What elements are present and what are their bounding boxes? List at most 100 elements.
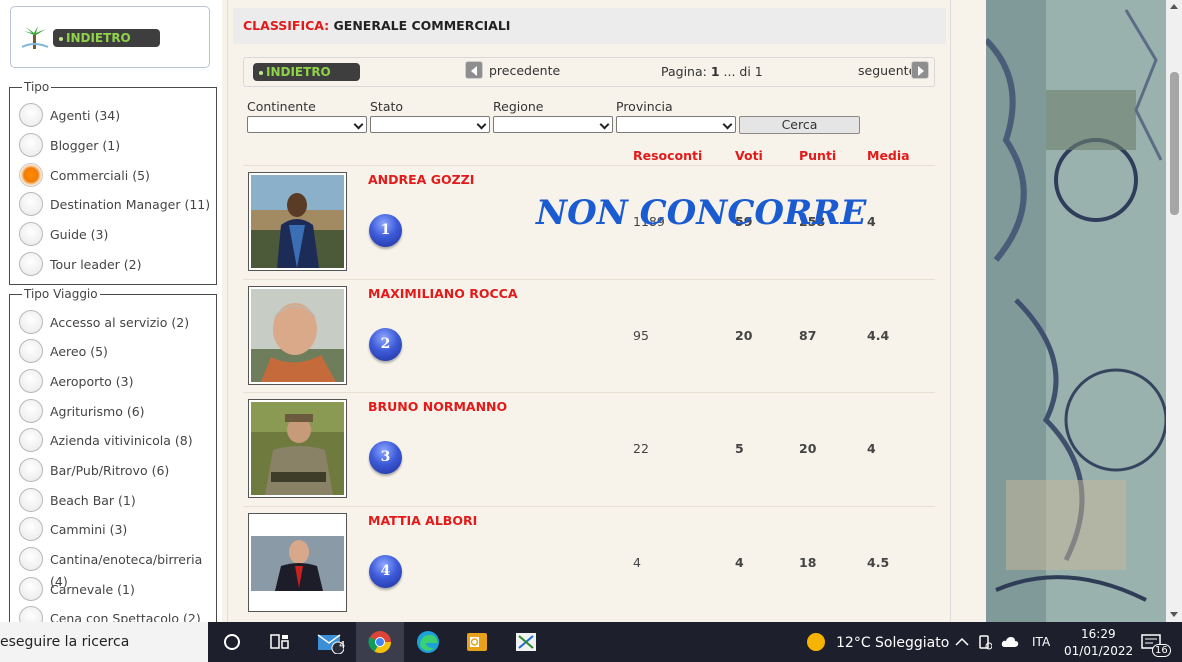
- column-punti[interactable]: Punti: [799, 148, 836, 163]
- resoconti-value: 4: [633, 555, 641, 570]
- media-value: 4.5: [867, 555, 890, 570]
- radio-option-agriturismo[interactable]: Agriturismo (6): [19, 398, 145, 424]
- radio-option-cantina[interactable]: Cantina/enoteca/birreria: [19, 546, 202, 572]
- member-name[interactable]: MATTIA ALBORI: [368, 513, 477, 528]
- punti-value: 87: [799, 328, 817, 343]
- back-button[interactable]: INDIETRO: [53, 29, 160, 47]
- radio-option-carnevale[interactable]: Carnevale (1): [19, 576, 135, 602]
- media-value: 4: [867, 441, 876, 456]
- next-arrow-icon[interactable]: [911, 61, 929, 79]
- scrollbar-thumb[interactable]: [1170, 72, 1179, 215]
- radio-icon[interactable]: [19, 133, 43, 157]
- palm-tree-logo-icon: [21, 26, 49, 49]
- radio-icon[interactable]: [19, 458, 43, 482]
- member-name[interactable]: MAXIMILIANO ROCCA: [368, 286, 518, 301]
- radio-icon[interactable]: [19, 310, 43, 334]
- sun-weather-icon[interactable]: [796, 626, 836, 658]
- regione-label: Regione: [493, 99, 544, 114]
- ranking-panel: CLASSIFICA: GENERALE COMMERCIALI INDIETR…: [227, 0, 951, 622]
- weather-text[interactable]: 12°C Soleggiato: [836, 635, 949, 651]
- voti-value: 20: [735, 328, 753, 343]
- avatar[interactable]: [248, 513, 347, 612]
- regione-select[interactable]: [493, 116, 613, 133]
- radio-option-aeroporto[interactable]: Aeroporto (3): [19, 368, 133, 394]
- media-value: 4: [867, 214, 876, 229]
- tipo-viaggio-legend: Tipo Viaggio: [24, 287, 98, 301]
- radio-icon[interactable]: [19, 517, 43, 541]
- search-button[interactable]: Cerca: [739, 116, 860, 134]
- radio-icon[interactable]: [19, 339, 43, 363]
- continente-select[interactable]: [247, 116, 367, 133]
- bullet-icon: [259, 70, 263, 75]
- radio-icon[interactable]: [19, 399, 43, 423]
- bullet-icon: [59, 36, 63, 41]
- avatar[interactable]: [248, 172, 347, 271]
- radio-option-blogger[interactable]: Blogger (1): [19, 132, 120, 158]
- back-button-secondary[interactable]: INDIETRO: [253, 63, 360, 81]
- page-scrollbar[interactable]: [1166, 0, 1182, 622]
- scroll-down-icon[interactable]: [1170, 612, 1178, 617]
- radio-icon[interactable]: [19, 369, 43, 393]
- mail-badge: 4: [339, 640, 346, 651]
- radio-option-destination-manager[interactable]: Destination Manager (11): [19, 191, 210, 217]
- radio-icon[interactable]: [19, 577, 43, 601]
- radio-icon[interactable]: [19, 103, 43, 127]
- radio-option-agenti[interactable]: Agenti (34): [19, 102, 120, 128]
- snipping-tool-icon[interactable]: [506, 626, 546, 658]
- column-resoconti[interactable]: Resoconti: [633, 148, 702, 163]
- edge-icon[interactable]: [408, 626, 448, 658]
- radio-checked-icon[interactable]: [19, 163, 43, 187]
- notification-badge: 16: [1152, 644, 1171, 657]
- sidebar: INDIETRO Tipo Agenti (34) Blogger (1) Co…: [0, 0, 222, 622]
- radio-option-azienda-vitivinicola[interactable]: Azienda vitivinicola (8): [19, 427, 193, 453]
- member-name[interactable]: BRUNO NORMANNO: [368, 399, 507, 414]
- radio-icon[interactable]: [19, 222, 43, 246]
- cloud-icon[interactable]: [995, 626, 1025, 658]
- radio-icon[interactable]: [19, 547, 43, 571]
- radio-icon[interactable]: [19, 192, 43, 216]
- stato-select[interactable]: [370, 116, 490, 133]
- radio-icon[interactable]: [19, 252, 43, 276]
- column-voti[interactable]: Voti: [735, 148, 763, 163]
- profile-photo: [251, 175, 344, 268]
- language-indicator[interactable]: ITA: [1032, 635, 1050, 649]
- previous-link[interactable]: precedente: [489, 63, 560, 78]
- profile-photo: [251, 402, 344, 495]
- mail-icon[interactable]: 4: [310, 626, 350, 658]
- previous-arrow-icon[interactable]: [465, 61, 483, 79]
- taskbar-search-box[interactable]: eseguire la ricerca: [0, 622, 208, 662]
- clock-time[interactable]: 16:29: [1081, 627, 1116, 641]
- member-name[interactable]: ANDREA GOZZI: [368, 172, 474, 187]
- radio-icon[interactable]: [19, 606, 43, 622]
- provincia-select[interactable]: [616, 116, 736, 133]
- radio-icon[interactable]: [19, 488, 43, 512]
- page-indicator: Pagina: 1 ... di 1: [661, 64, 763, 79]
- radio-option-cammini[interactable]: Cammini (3): [19, 516, 127, 542]
- rank-badge: 3: [369, 441, 402, 474]
- resoconti-value: 22: [633, 441, 649, 456]
- chrome-icon[interactable]: [360, 626, 400, 658]
- next-link[interactable]: seguente: [858, 63, 916, 78]
- outlook-icon[interactable]: [457, 626, 497, 658]
- cortana-circle-icon[interactable]: [212, 626, 252, 658]
- radio-icon[interactable]: [19, 428, 43, 452]
- ranking-row: MAXIMILIANO ROCCA 2 95 20 87 4.4: [243, 279, 935, 393]
- rank-badge: 1: [369, 214, 402, 247]
- radio-option-cena-spettacolo[interactable]: Cena con Spettacolo (2): [19, 605, 201, 622]
- clock-date[interactable]: 01/01/2022: [1064, 644, 1133, 658]
- continente-label: Continente: [247, 99, 316, 114]
- radio-option-guide[interactable]: Guide (3): [19, 221, 108, 247]
- radio-option-beach-bar[interactable]: Beach Bar (1): [19, 487, 136, 513]
- column-media[interactable]: Media: [867, 148, 910, 163]
- rank-badge: 2: [369, 328, 402, 361]
- radio-option-accesso[interactable]: Accesso al servizio (2): [19, 309, 189, 335]
- scroll-up-icon[interactable]: [1170, 4, 1178, 9]
- radio-option-commerciali[interactable]: Commerciali (5): [19, 162, 150, 188]
- radio-option-bar-pub[interactable]: Bar/Pub/Ritrovo (6): [19, 457, 169, 483]
- decorative-background-image: [986, 0, 1166, 622]
- avatar[interactable]: [248, 399, 347, 498]
- radio-option-tour-leader[interactable]: Tour leader (2): [19, 251, 141, 277]
- avatar[interactable]: [248, 286, 347, 385]
- radio-option-aereo[interactable]: Aereo (5): [19, 338, 108, 364]
- task-view-icon[interactable]: [260, 626, 300, 658]
